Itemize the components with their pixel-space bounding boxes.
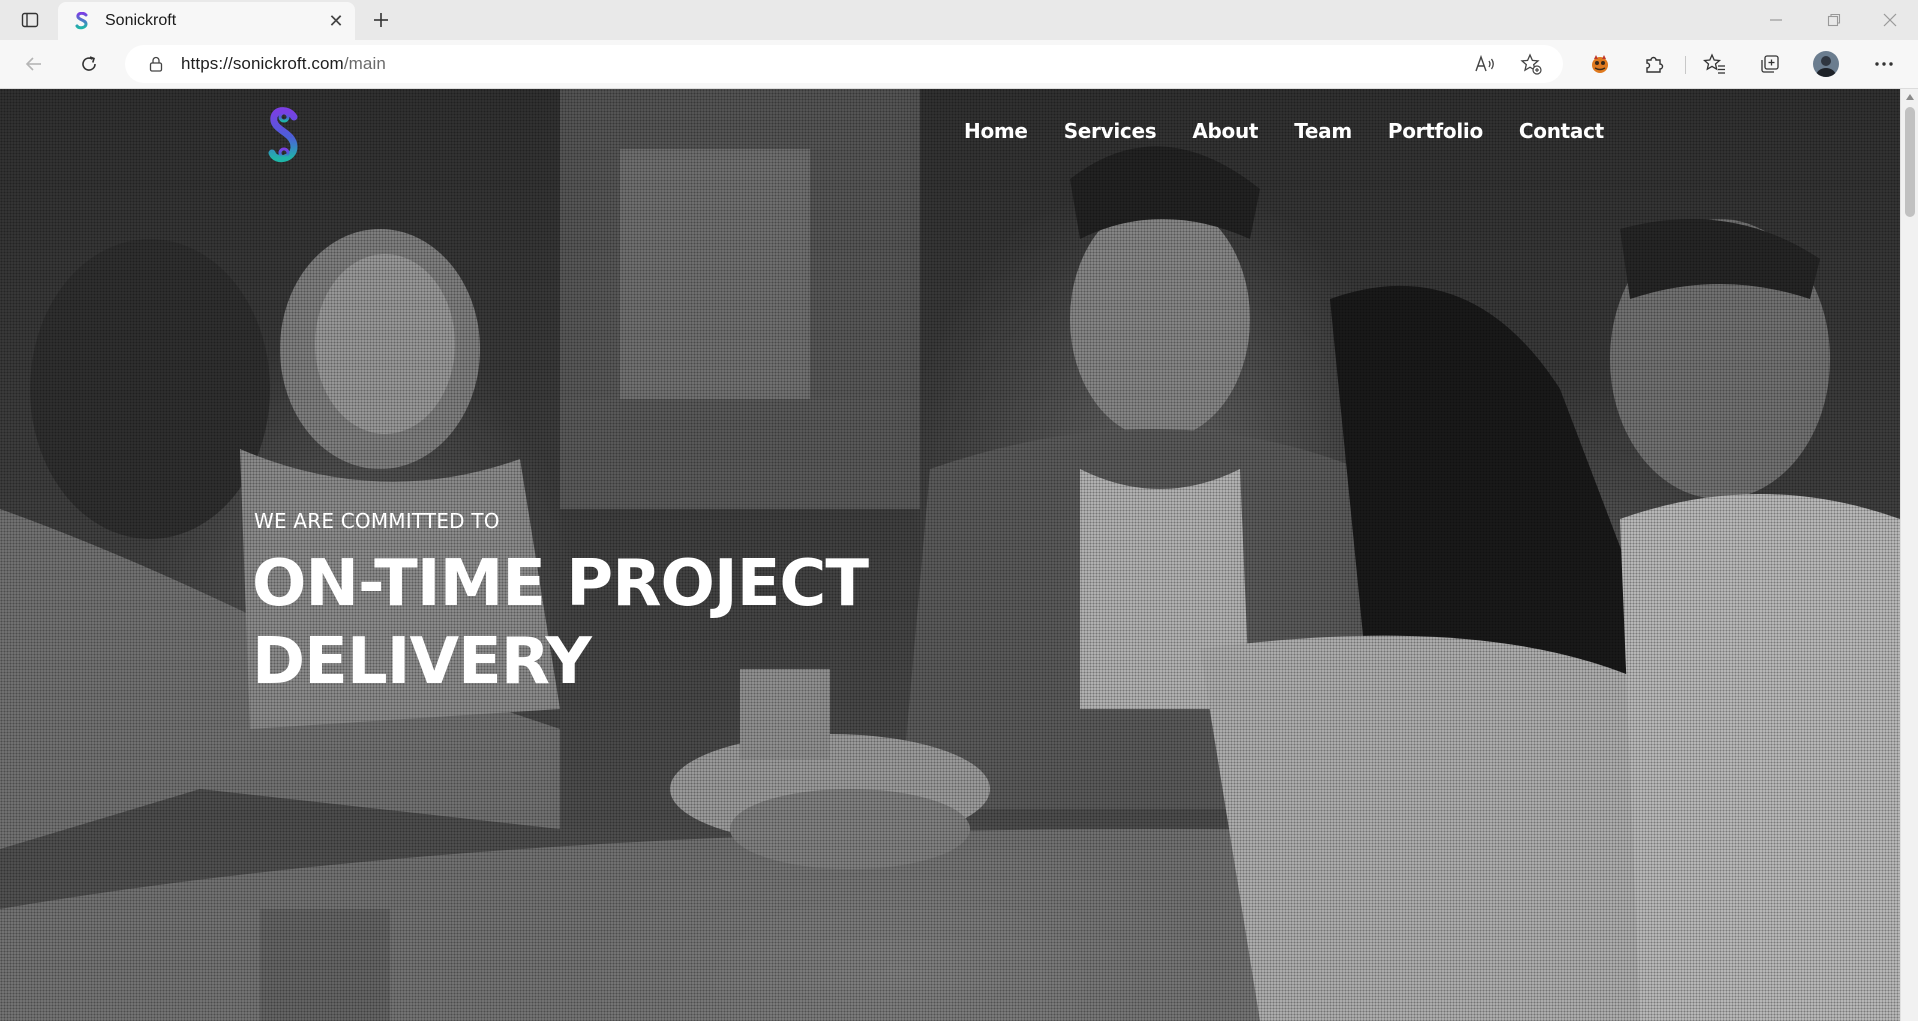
nav-link-contact[interactable]: Contact: [1519, 119, 1604, 143]
restore-icon: [1827, 13, 1841, 27]
profile-button[interactable]: [1806, 46, 1846, 82]
back-button[interactable]: [16, 46, 52, 82]
puzzle-icon: [1646, 56, 1664, 73]
extension-button[interactable]: [1580, 46, 1620, 82]
extension-icon: [1592, 55, 1608, 73]
address-bar[interactable]: https://sonickroft.com/main: [125, 45, 1563, 83]
extensions-button[interactable]: [1634, 46, 1674, 82]
browser-tab-bar: Sonickroft ✕: [0, 0, 1918, 40]
read-aloud-button[interactable]: [1467, 46, 1503, 82]
minimize-button[interactable]: [1748, 0, 1804, 40]
url-host: https://sonickroft.com: [181, 54, 344, 73]
close-window-button[interactable]: [1862, 0, 1918, 40]
minimize-icon: [1770, 19, 1782, 21]
more-icon: [1875, 62, 1893, 66]
refresh-button[interactable]: [71, 46, 107, 82]
browser-toolbar: https://sonickroft.com/main: [0, 40, 1918, 89]
hero-section: Home Services About Team Portfolio Conta…: [0, 89, 1900, 1021]
tab-actions-button[interactable]: [12, 6, 48, 34]
favorites-button[interactable]: [1695, 46, 1735, 82]
nav-link-home[interactable]: Home: [964, 119, 1028, 143]
scroll-up-arrow-icon[interactable]: [1905, 93, 1915, 101]
collections-icon: [1761, 55, 1779, 73]
refresh-icon: [82, 56, 96, 71]
tab-title: Sonickroft: [105, 12, 177, 29]
more-button[interactable]: [1864, 46, 1904, 82]
new-tab-button[interactable]: [366, 6, 396, 34]
profile-avatar: [1813, 51, 1839, 77]
tab-favicon-icon: [73, 12, 91, 30]
toolbar-divider: [1685, 56, 1686, 74]
url-path: /main: [343, 54, 386, 73]
hero-title: ON-TIME PROJECT DELIVERY: [252, 547, 869, 699]
hero-kicker: WE ARE COMMITTED TO: [254, 509, 500, 533]
add-favorite-icon: [1520, 53, 1542, 75]
tab-actions-icon: [21, 12, 39, 28]
nav-link-portfolio[interactable]: Portfolio: [1388, 119, 1483, 143]
page-viewport: Home Services About Team Portfolio Conta…: [0, 89, 1900, 1021]
add-favorite-button[interactable]: [1513, 46, 1549, 82]
back-arrow-icon: [25, 57, 41, 71]
close-icon: [1883, 13, 1897, 27]
scrollbar-thumb[interactable]: [1905, 107, 1915, 217]
collections-button[interactable]: [1750, 46, 1790, 82]
nav-link-about[interactable]: About: [1192, 119, 1258, 143]
browser-tab[interactable]: Sonickroft ✕: [58, 2, 355, 40]
url-text[interactable]: https://sonickroft.com/main: [181, 54, 1467, 74]
page-scrollbar[interactable]: [1900, 89, 1918, 1021]
restore-button[interactable]: [1806, 0, 1862, 40]
site-navigation: Home Services About Team Portfolio Conta…: [964, 119, 1604, 143]
lock-icon[interactable]: [147, 55, 165, 73]
tab-close-icon[interactable]: ✕: [323, 8, 349, 34]
sonickroft-logo[interactable]: [264, 103, 304, 167]
favorites-icon: [1703, 53, 1725, 74]
nav-link-services[interactable]: Services: [1064, 119, 1157, 143]
read-aloud-icon: [1475, 54, 1494, 72]
plus-icon: [374, 13, 388, 27]
nav-link-team[interactable]: Team: [1294, 119, 1352, 143]
